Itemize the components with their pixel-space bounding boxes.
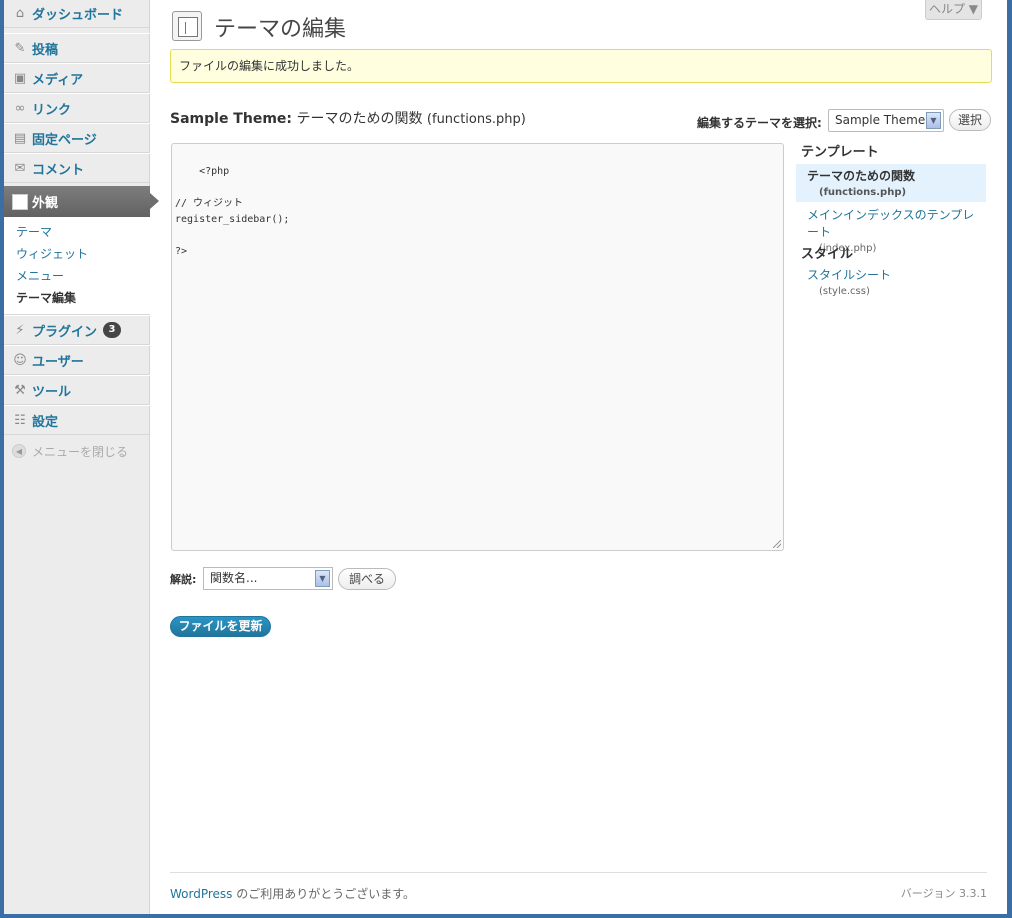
submenu-item-themes[interactable]: テーマ [4,221,150,243]
sidebar-item-label: 設定 [32,414,59,430]
theme-name: Sample Theme: [170,111,293,127]
tools-icon: ⚒ [14,382,26,398]
footer-version: バージョン 3.3.1 [900,887,987,900]
chevron-down-icon: ▼ [926,112,941,129]
page-icon: ▤ [13,130,27,146]
help-tab-button[interactable]: ヘルプ ▼ [925,0,982,20]
page-title: テーマの編集 [214,17,347,42]
pin-icon: ✎ [14,40,26,56]
sidebar-item-label: 投稿 [32,42,59,58]
sidebar-item-label: コメント [32,162,85,178]
style-file-name: スタイルシート [807,268,892,282]
template-file-name: メインインデックスのテンプレート [807,208,975,239]
sidebar-item-label: ダッシュボード [32,7,124,23]
sidebar-item-users[interactable]: ☺ ユーザー [4,345,150,375]
notice-text: ファイルの編集に成功しました。 [179,59,360,73]
link-icon: ∞ [14,100,26,116]
sidebar-item-label: 外観 [32,196,59,211]
select-theme-button[interactable]: 選択 [949,109,991,131]
plugin-update-badge: 3 [103,322,122,338]
resize-grip-icon[interactable] [773,540,781,548]
collapse-arrow-icon: ◀ [12,444,26,458]
template-file-path: (functions.php) [819,187,907,198]
plugin-icon: ⚡ [15,322,25,338]
templates-heading: テンプレート [801,145,879,160]
file-heading: Sample Theme: テーマのための関数 (functions.php) [170,108,526,128]
code-editor-textarea[interactable]: <?php // ウィジット register_sidebar(); ?> [171,143,784,551]
sidebar-item-media[interactable]: ▣ メディア [4,63,150,93]
template-file-name: テーマのための関数 [807,169,916,183]
theme-select-value: Sample Theme [835,113,926,127]
submenu-item-widgets[interactable]: ウィジェット [4,243,150,265]
admin-sidebar: ⌂ ダッシュボード ✎ 投稿 ▣ メディア ∞ リンク ▤ 固定ページ ✉ コメ… [4,0,159,914]
admin-window: ⌂ ダッシュボード ✎ 投稿 ▣ メディア ∞ リンク ▤ 固定ページ ✉ コメ… [4,0,1007,914]
documentation-label: 解説: [170,573,197,586]
theme-select[interactable]: Sample Theme ▼ [828,109,944,132]
documentation-select-value: 関数名... [210,571,258,585]
sidebar-item-label: リンク [32,102,72,118]
template-file-functions[interactable]: テーマのための関数 (functions.php) [796,164,986,202]
sidebar-item-label: プラグイン [32,324,98,340]
file-name: (functions.php) [426,112,526,127]
collapse-menu-button[interactable]: ◀ メニューを閉じる [4,436,150,466]
sidebar-item-label: 固定ページ [32,132,97,148]
sidebar-item-settings[interactable]: ☷ 設定 [4,405,150,435]
themes-page-icon [172,11,202,41]
sidebar-item-dashboard[interactable]: ⌂ ダッシュボード [4,0,150,28]
submenu-item-editor[interactable]: テーマ編集 [4,287,150,309]
settings-icon: ☷ [14,412,26,428]
style-file-stylesheet[interactable]: スタイルシート (style.css) [796,263,986,299]
sidebar-item-plugins[interactable]: ⚡ プラグイン 3 [4,315,150,345]
sidebar-item-comments[interactable]: ✉ コメント [4,153,150,183]
users-icon: ☺ [13,352,27,368]
code-content: <?php // ウィジット register_sidebar(); ?> [175,166,290,257]
styles-heading: スタイル [801,247,854,262]
update-file-button[interactable]: ファイルを更新 [170,616,271,637]
file-title: テーマのための関数 [296,111,423,127]
home-icon: ⌂ [15,5,25,21]
footer-thanks: WordPress のご利用ありがとうございます。 [170,885,415,902]
media-icon: ▣ [13,70,27,86]
sidebar-item-appearance[interactable]: 外観 [4,186,159,217]
sidebar-item-label: ユーザー [32,354,84,370]
theme-select-label: 編集するテーマを選択: [697,116,822,130]
lookup-button[interactable]: 調べる [338,568,396,590]
submenu-item-menus[interactable]: メニュー [4,265,150,287]
sidebar-item-links[interactable]: ∞ リンク [4,93,150,123]
collapse-menu-label: メニューを閉じる [32,444,129,459]
footer-divider [170,872,987,873]
footer-thanks-text: のご利用ありがとうございます。 [232,887,416,901]
sidebar-item-posts[interactable]: ✎ 投稿 [4,33,150,63]
appearance-icon [12,193,28,210]
documentation-select[interactable]: 関数名... ▼ [203,567,333,590]
comment-icon: ✉ [14,160,26,176]
style-file-path: (style.css) [819,286,870,297]
sidebar-item-tools[interactable]: ⚒ ツール [4,375,150,405]
template-file-index[interactable]: メインインデックスのテンプレート (index.php) [796,203,986,254]
appearance-submenu: テーマ ウィジェット メニュー テーマ編集 [4,217,150,315]
chevron-down-icon: ▼ [315,570,330,587]
sidebar-item-label: ツール [32,384,72,400]
success-notice: ファイルの編集に成功しました。 [170,49,992,83]
sidebar-item-label: メディア [32,72,84,88]
wordpress-link[interactable]: WordPress [170,887,232,901]
sidebar-item-pages[interactable]: ▤ 固定ページ [4,123,150,153]
